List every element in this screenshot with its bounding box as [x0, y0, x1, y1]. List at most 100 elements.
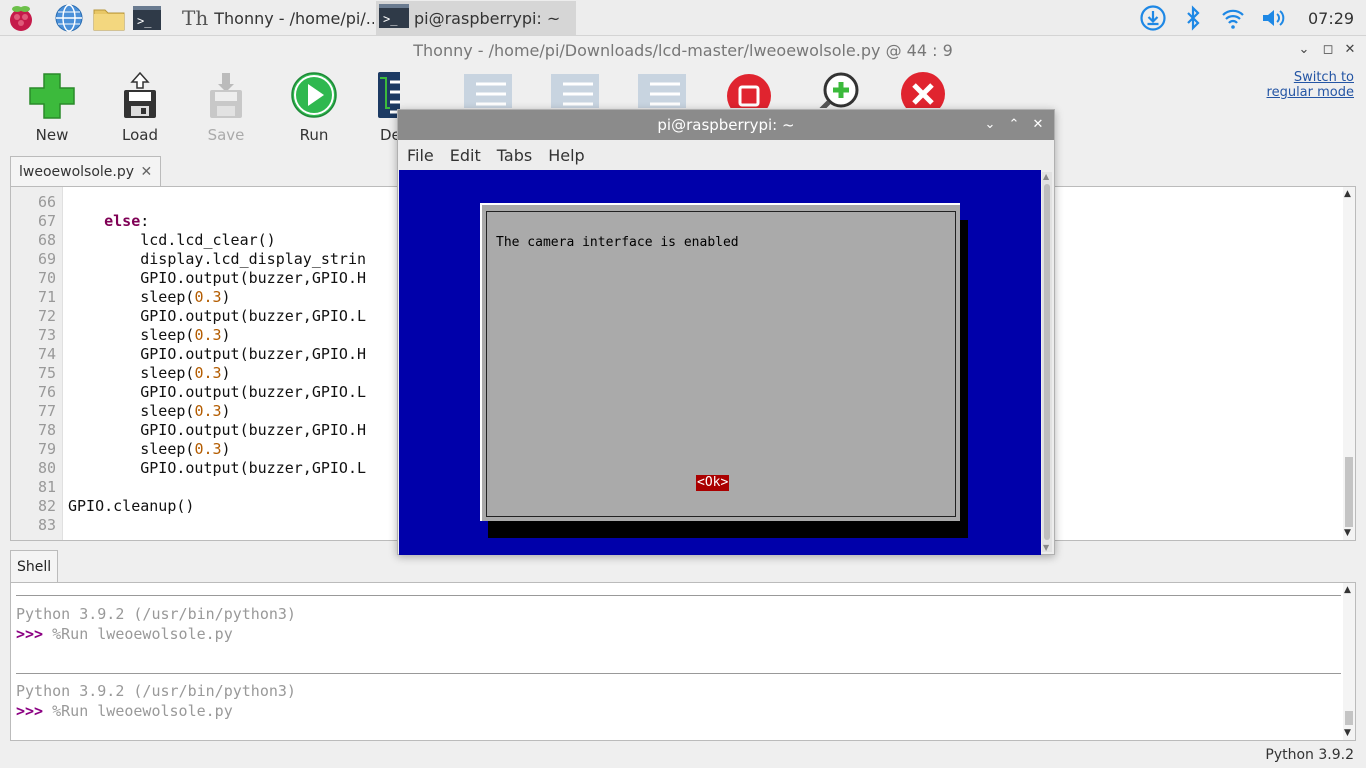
- save-button[interactable]: Save: [186, 70, 266, 144]
- code-text: ): [221, 288, 231, 306]
- step-over-icon[interactable]: [462, 72, 514, 108]
- scroll-down-icon[interactable]: ▼: [1043, 543, 1049, 552]
- run-icon: [288, 70, 340, 122]
- zoom-icon[interactable]: [817, 72, 863, 108]
- maximize-icon[interactable]: ◻: [1318, 40, 1338, 60]
- code-text: sleep(: [140, 364, 195, 382]
- line-number: 71: [37, 288, 56, 306]
- terminal-launcher-icon[interactable]: >_: [132, 3, 162, 33]
- tab-close-icon[interactable]: ✕: [140, 164, 152, 180]
- menu-edit[interactable]: Edit: [450, 146, 481, 165]
- svg-text:>_: >_: [137, 14, 152, 28]
- editor-scrollbar[interactable]: ▲ ▼: [1343, 187, 1355, 540]
- update-download-icon[interactable]: [1140, 5, 1166, 31]
- scroll-up-icon[interactable]: ▲: [1344, 585, 1351, 595]
- code-number: 0.3: [194, 440, 222, 458]
- task-terminal[interactable]: >_ pi@raspberrypi: ~: [376, 1, 576, 35]
- menu-help[interactable]: Help: [548, 146, 584, 165]
- quit-icon[interactable]: [899, 72, 947, 108]
- task-thonny[interactable]: Th Thonny - /home/pi/...: [178, 1, 374, 35]
- minimize-icon[interactable]: ⌄: [1294, 40, 1314, 60]
- shell-scrollbar[interactable]: ▲ ▼: [1343, 583, 1355, 740]
- line-number: 73: [37, 326, 56, 344]
- code-text: sleep(: [140, 326, 195, 344]
- code-text: ): [221, 326, 231, 344]
- shell-tab[interactable]: Shell: [10, 550, 59, 582]
- scroll-up-icon[interactable]: ▲: [1043, 172, 1049, 181]
- wifi-icon[interactable]: [1220, 5, 1246, 31]
- terminal-maximize-icon[interactable]: ⌃: [1004, 115, 1024, 135]
- run-button[interactable]: Run: [274, 70, 354, 144]
- code-line: sleep(0.3): [68, 288, 231, 307]
- code-text: sleep(: [140, 288, 195, 306]
- scroll-thumb[interactable]: [1345, 711, 1353, 725]
- shell-line: >>> %Run lweoewolsole.py: [16, 625, 233, 643]
- code-line: GPIO.output(buzzer,GPIO.L: [68, 307, 366, 326]
- line-number: 69: [37, 250, 56, 268]
- scroll-down-icon[interactable]: ▼: [1344, 728, 1351, 738]
- shell-separator: [16, 673, 1341, 674]
- line-number: 76: [37, 383, 56, 401]
- line-number: 67: [37, 212, 56, 230]
- scroll-up-icon[interactable]: ▲: [1344, 189, 1351, 199]
- run-label: Run: [299, 126, 329, 144]
- code-text: GPIO.output(buzzer,GPIO.H: [140, 269, 367, 287]
- code-keyword: else: [104, 212, 141, 230]
- scroll-thumb[interactable]: [1044, 184, 1050, 540]
- ok-button[interactable]: <Ok>: [696, 475, 730, 491]
- code-number: 0.3: [194, 326, 222, 344]
- terminal-scrollbar[interactable]: ▲ ▼: [1042, 172, 1052, 552]
- web-browser-icon[interactable]: [54, 3, 84, 33]
- line-number: 68: [37, 231, 56, 249]
- scroll-down-icon[interactable]: ▼: [1344, 528, 1351, 538]
- shell-panel[interactable]: Python 3.9.2 (/usr/bin/python3) >>> %Run…: [10, 582, 1356, 741]
- code-text: ): [221, 440, 231, 458]
- code-text: sleep(: [140, 402, 195, 420]
- switch-mode-link[interactable]: Switch to regular mode: [1264, 70, 1354, 100]
- raspi-config-dialog: The camera interface is enabled <Ok>: [480, 203, 960, 521]
- new-button[interactable]: New: [12, 70, 92, 144]
- line-number: 78: [37, 421, 56, 439]
- shell-command: %Run lweoewolsole.py: [43, 625, 233, 643]
- terminal-window[interactable]: pi@raspberrypi: ~ ⌄ ⌃ ✕ File Edit Tabs H…: [397, 109, 1055, 555]
- clock[interactable]: 07:29: [1308, 9, 1354, 28]
- code-number: 0.3: [194, 364, 222, 382]
- scroll-thumb[interactable]: [1345, 457, 1353, 527]
- file-manager-icon[interactable]: [92, 3, 126, 33]
- debug-button[interactable]: De: [360, 70, 400, 144]
- menu-file[interactable]: File: [407, 146, 434, 165]
- close-icon[interactable]: ✕: [1340, 40, 1360, 60]
- menu-tabs[interactable]: Tabs: [497, 146, 532, 165]
- load-icon: [114, 70, 166, 122]
- volume-icon[interactable]: [1260, 5, 1286, 31]
- terminal-minimize-icon[interactable]: ⌄: [980, 115, 1000, 135]
- code-line: GPIO.output(buzzer,GPIO.L: [68, 459, 366, 478]
- code-line: sleep(0.3): [68, 440, 231, 459]
- svg-text:>_: >_: [383, 12, 398, 26]
- shell-prompt: >>>: [16, 702, 44, 720]
- editor-tab[interactable]: lweoewolsole.py ✕: [10, 156, 162, 186]
- step-into-icon[interactable]: [549, 72, 601, 108]
- terminal-screen[interactable]: The camera interface is enabled <Ok>: [399, 170, 1041, 555]
- raspberry-menu-icon[interactable]: [6, 3, 36, 33]
- code-line: GPIO.output(buzzer,GPIO.L: [68, 383, 366, 402]
- line-number: 80: [37, 459, 56, 477]
- task-terminal-label: pi@raspberrypi: ~: [414, 8, 561, 28]
- bluetooth-icon[interactable]: [1180, 5, 1206, 31]
- terminal-close-icon[interactable]: ✕: [1028, 115, 1048, 135]
- terminal-title[interactable]: pi@raspberrypi: ~: [398, 110, 1054, 140]
- code-line: GPIO.cleanup(): [68, 497, 194, 516]
- line-number: 66: [37, 193, 56, 211]
- code-number: 0.3: [194, 402, 222, 420]
- stop-icon[interactable]: [725, 72, 773, 108]
- shell-banner: Python 3.9.2 (/usr/bin/python3): [16, 682, 296, 700]
- load-button[interactable]: Load: [100, 70, 180, 144]
- step-out-icon[interactable]: [636, 72, 688, 108]
